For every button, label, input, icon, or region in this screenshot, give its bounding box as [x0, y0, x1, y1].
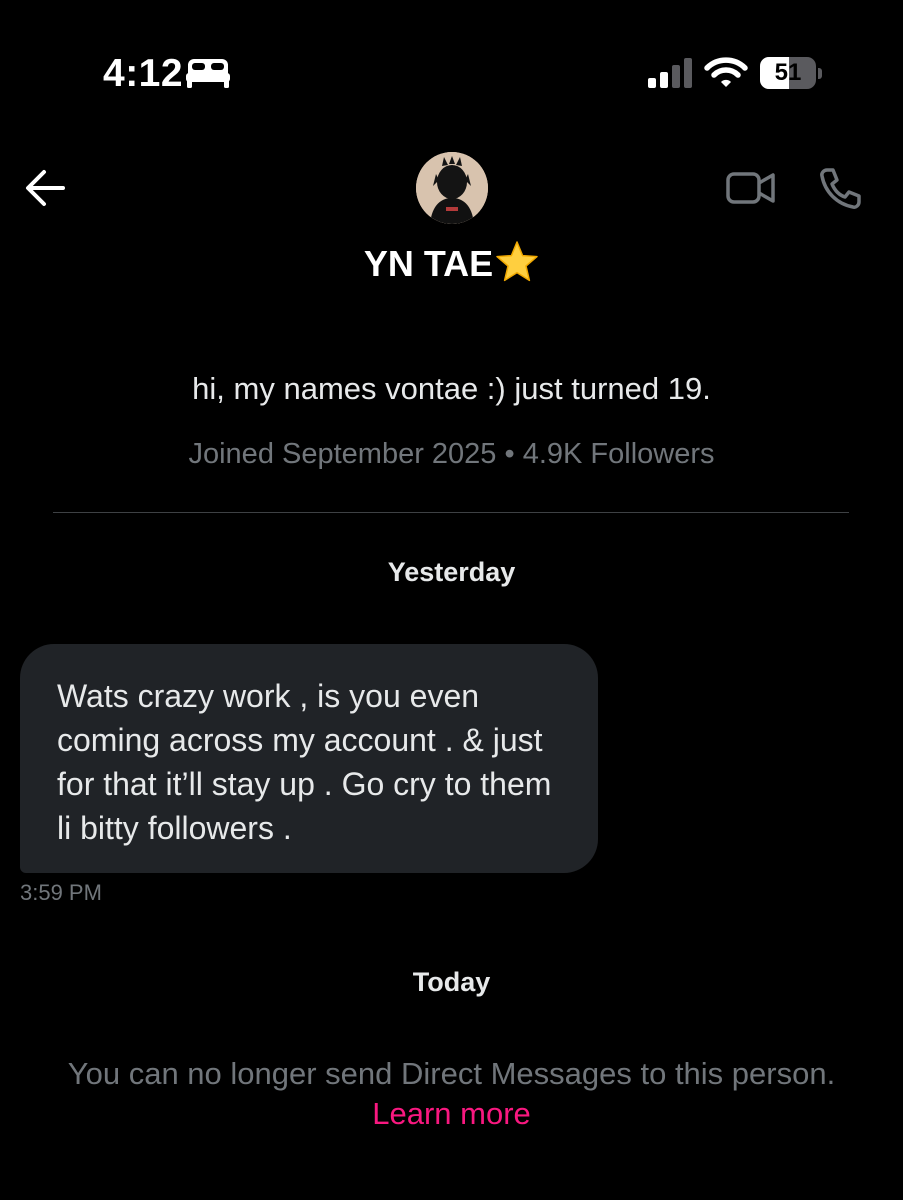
battery-level: 51 — [774, 59, 802, 86]
message-timestamp: 3:59 PM — [20, 880, 102, 905]
video-call-icon[interactable] — [726, 168, 776, 208]
avatar[interactable] — [416, 152, 488, 224]
battery-icon: 51 — [760, 57, 822, 91]
status-time: 4:12 — [103, 52, 184, 95]
dm-conversation-screen: 4:12 51 YN TAE hi, my names vontae:) ju… — [0, 0, 903, 1200]
display-name-text: YN TAE — [363, 243, 494, 284]
display-name: YN TAE — [0, 240, 903, 285]
signal-icon — [648, 58, 692, 88]
battery-cap — [818, 68, 822, 79]
avatar-image — [416, 152, 488, 224]
battery-body: 51 — [760, 57, 816, 89]
arrow-left-icon[interactable] — [24, 168, 66, 208]
bed-icon — [186, 59, 230, 88]
learn-more-link[interactable]: Learn more — [372, 1096, 531, 1131]
day-label-yesterday: Yesterday — [387, 557, 516, 587]
profile-bio: hi, my names vontae :) just turned 19. — [192, 371, 711, 406]
wifi-icon — [704, 57, 748, 87]
star-icon — [496, 241, 538, 282]
phone-call-icon[interactable] — [818, 166, 862, 210]
day-label-today: Today — [412, 967, 491, 997]
dm-restricted-notice: You can no longer send Direct Messages t… — [67, 1056, 836, 1091]
divider — [53, 512, 849, 513]
message-text: Wats crazy work , is you even coming acr… — [57, 678, 552, 846]
learn-more-link-row: Learn more — [0, 1096, 903, 1132]
profile-meta: Joined September 2025 • 4.9K Followers — [188, 438, 715, 470]
received-message-bubble[interactable]: Wats crazy work , is you even coming acr… — [20, 644, 598, 873]
